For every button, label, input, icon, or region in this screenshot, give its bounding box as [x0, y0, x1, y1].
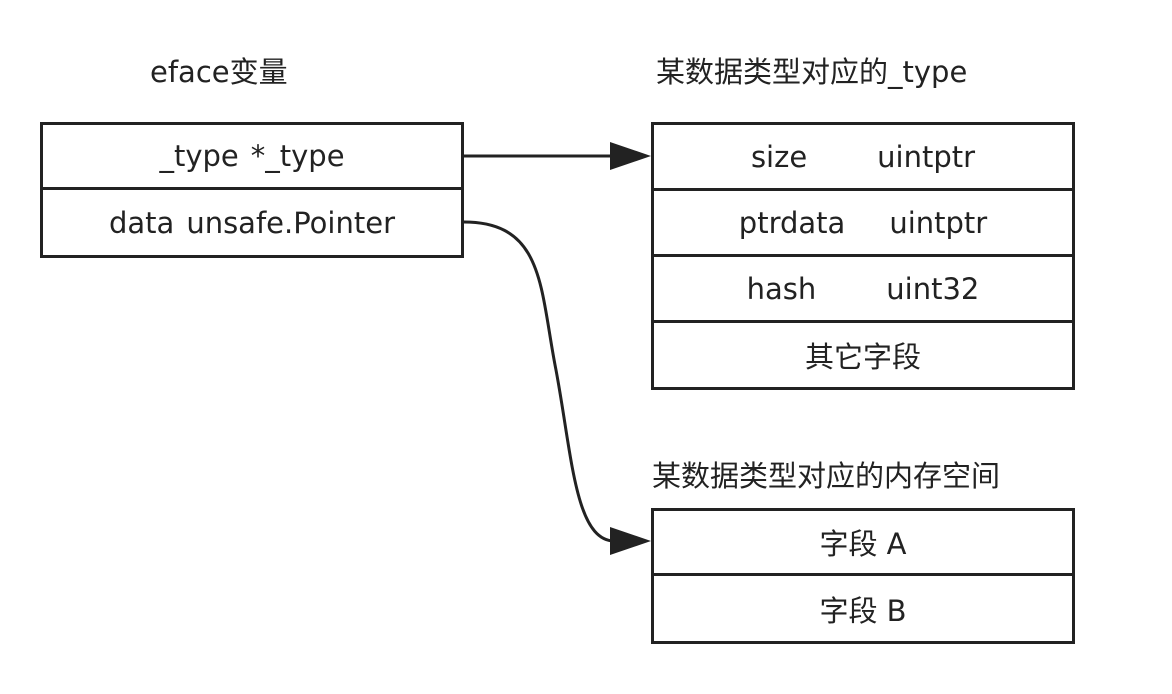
data-pointer-arrowhead — [610, 527, 651, 555]
data-pointer-arrow-curve — [463, 220, 615, 543]
type-pointer-arrowhead — [610, 142, 651, 170]
connector-arrows — [463, 142, 651, 555]
